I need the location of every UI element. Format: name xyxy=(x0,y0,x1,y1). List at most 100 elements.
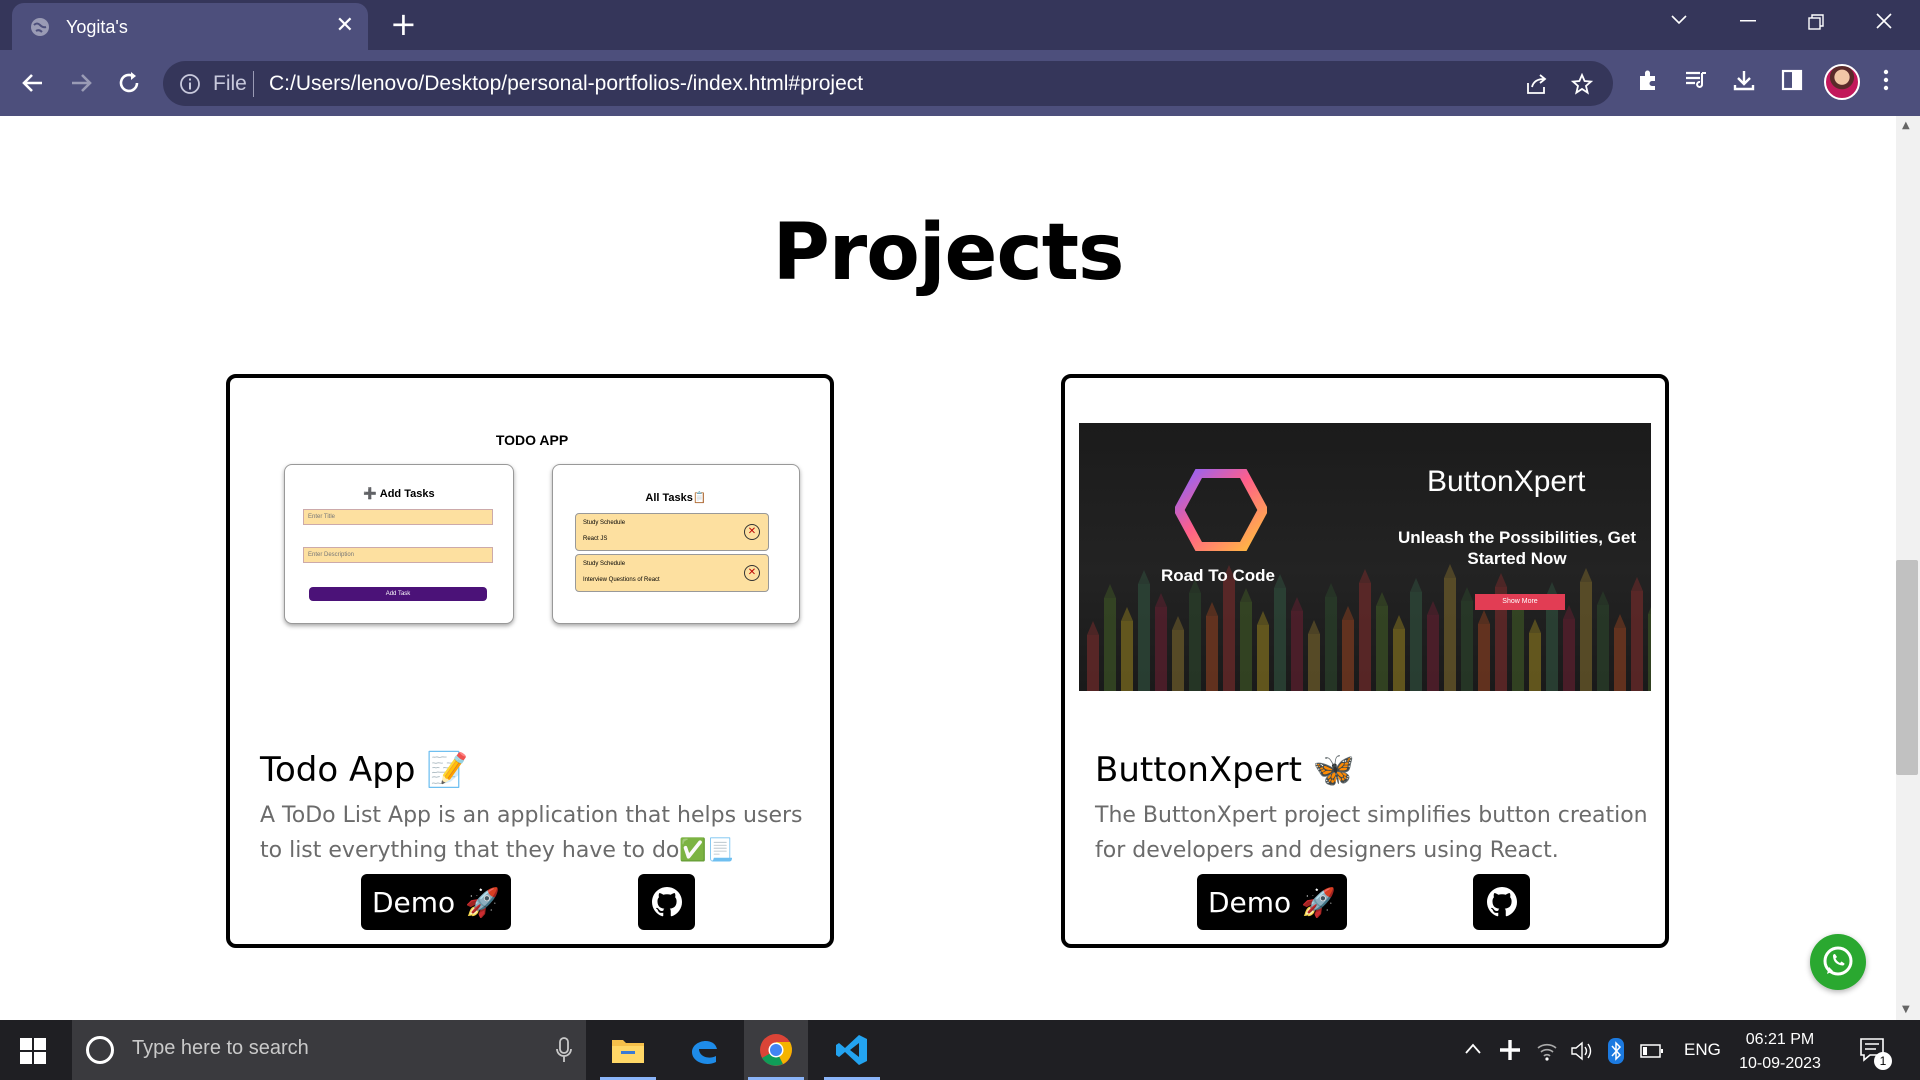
wifi-icon[interactable] xyxy=(1536,1040,1558,1062)
taskbar-clock[interactable]: 06:21 PM 10-09-2023 xyxy=(1720,1028,1840,1076)
section-title: Projects xyxy=(772,208,1125,298)
media-queue-icon[interactable] xyxy=(1684,68,1708,92)
memo-emoji-icon: 📝 xyxy=(426,750,469,790)
preview-task-item: Study Schedule Interview Questions of Re… xyxy=(575,554,769,592)
preview-task-title: Study Schedule xyxy=(583,561,626,567)
demo-button-label: Demo xyxy=(1207,885,1292,919)
pencil-shape xyxy=(1495,573,1507,691)
notification-center[interactable]: 1 xyxy=(1858,1020,1892,1080)
taskbar-edge[interactable] xyxy=(672,1020,736,1080)
preview-task-title: Study Schedule xyxy=(583,520,626,526)
pencil-shape xyxy=(1512,596,1524,691)
scroll-up-arrow-icon[interactable]: ▲ xyxy=(1902,120,1910,131)
scrollbar-thumb[interactable] xyxy=(1896,560,1918,775)
info-icon[interactable] xyxy=(179,73,201,95)
chevron-down-icon[interactable] xyxy=(1670,14,1688,26)
pencil-shape xyxy=(1631,577,1643,691)
share-icon[interactable] xyxy=(1525,73,1549,95)
pencil-shape xyxy=(1189,579,1201,691)
pencil-shape xyxy=(1614,614,1626,691)
browser-toolbar: File C:/Users/lenovo/Desktop/personal-po… xyxy=(0,50,1920,116)
taskbar-chrome[interactable] xyxy=(744,1020,808,1080)
microphone-icon[interactable] xyxy=(556,1037,572,1063)
preview-heading: TODO APP xyxy=(495,432,569,448)
pencil-shape xyxy=(1104,584,1116,691)
scroll-down-arrow-icon[interactable]: ▼ xyxy=(1902,1004,1910,1015)
windows-taskbar: Type here to search ENG 06:21 PM 10-09-2… xyxy=(0,1020,1920,1080)
vscode-icon xyxy=(836,1035,867,1065)
tab-title: Yogita's xyxy=(66,17,128,37)
address-separator xyxy=(253,71,254,97)
folder-icon xyxy=(612,1040,644,1063)
reload-icon[interactable] xyxy=(114,68,144,98)
pencil-shape xyxy=(1597,591,1609,691)
github-icon xyxy=(651,887,682,917)
github-button[interactable] xyxy=(638,874,695,930)
pencil-shape xyxy=(1308,620,1320,691)
pencil-shape xyxy=(1325,583,1337,691)
taskbar-search[interactable]: Type here to search xyxy=(72,1020,586,1080)
demo-button-label: Demo xyxy=(371,885,456,919)
whatsapp-icon xyxy=(1823,946,1853,976)
pencil-shape xyxy=(1206,602,1218,691)
browser-tab[interactable]: Yogita's ✕ xyxy=(12,3,368,50)
project-preview-image: TODO APP ➕ Add Tasks Enter Title Enter D… xyxy=(250,398,814,678)
github-button[interactable] xyxy=(1473,874,1530,930)
project-description: A ToDo List App is an application that h… xyxy=(260,803,803,863)
cortana-icon xyxy=(86,1036,114,1064)
restore-icon[interactable] xyxy=(1808,14,1824,30)
demo-button[interactable]: Demo 🚀 xyxy=(361,874,511,930)
language-indicator[interactable]: ENG xyxy=(1684,1020,1721,1080)
download-icon[interactable] xyxy=(1732,68,1756,92)
rocket-icon: 🚀 xyxy=(465,885,501,919)
tray-chevron-up-icon[interactable] xyxy=(1464,1042,1482,1056)
back-arrow-icon[interactable] xyxy=(18,68,48,98)
extensions-puzzle-icon[interactable] xyxy=(1636,68,1660,92)
demo-button[interactable]: Demo 🚀 xyxy=(1197,874,1347,930)
side-panel-icon[interactable] xyxy=(1780,68,1804,92)
edge-icon xyxy=(692,1040,717,1064)
chrome-icon xyxy=(760,1034,792,1066)
preview-task-item: Study Schedule React JS ✕ xyxy=(575,513,769,551)
pencil-shape xyxy=(1087,621,1099,691)
profile-avatar[interactable] xyxy=(1824,64,1860,100)
close-window-icon[interactable] xyxy=(1876,13,1892,29)
pencil-shape xyxy=(1342,606,1354,691)
taskbar-file-explorer[interactable] xyxy=(596,1020,660,1080)
url-text[interactable]: C:/Users/lenovo/Desktop/personal-portfol… xyxy=(269,72,863,96)
bluetooth-icon[interactable] xyxy=(1608,1038,1624,1064)
project-name: ButtonXpert 🦋 xyxy=(1095,750,1355,790)
pencil-shape xyxy=(1580,568,1592,691)
github-icon xyxy=(1486,887,1517,917)
notification-badge: 1 xyxy=(1874,1052,1892,1070)
forward-arrow-icon[interactable] xyxy=(66,68,96,98)
more-menu-icon[interactable] xyxy=(1880,68,1892,92)
project-card-buttonxpert: Road To Code ButtonXpert Unleash the Pos… xyxy=(1061,374,1669,948)
project-description: The ButtonXpert project simplifies butto… xyxy=(1095,803,1648,863)
windows-start-icon[interactable] xyxy=(20,1038,46,1064)
pencil-shape xyxy=(1648,607,1651,691)
address-bar[interactable]: File C:/Users/lenovo/Desktop/personal-po… xyxy=(163,61,1613,106)
battery-icon[interactable] xyxy=(1640,1043,1664,1059)
preview-add-button: Add Task xyxy=(309,587,487,601)
preview-show-more-button: Show More xyxy=(1475,594,1565,610)
globe-icon xyxy=(31,18,49,36)
project-name: Todo App 📝 xyxy=(260,750,469,790)
minimize-icon[interactable] xyxy=(1740,20,1756,22)
clock-time: 06:21 PM xyxy=(1745,1031,1815,1048)
volume-icon[interactable] xyxy=(1570,1040,1594,1062)
pencil-shape xyxy=(1393,615,1405,691)
taskbar-vscode[interactable] xyxy=(820,1020,884,1080)
project-card-todo: TODO APP ➕ Add Tasks Enter Title Enter D… xyxy=(226,374,834,948)
pencil-shape xyxy=(1359,569,1371,691)
tray-plus-icon[interactable] xyxy=(1498,1038,1522,1062)
new-tab-button[interactable]: + xyxy=(390,8,417,40)
whatsapp-float-button[interactable] xyxy=(1810,934,1866,990)
road-to-code-logo xyxy=(1175,469,1267,551)
close-tab-icon[interactable]: ✕ xyxy=(336,13,354,38)
preview-delete-icon: ✕ xyxy=(744,524,760,540)
search-placeholder: Type here to search xyxy=(132,1037,309,1059)
bookmark-star-icon[interactable] xyxy=(1571,73,1593,95)
tab-strip: Yogita's ✕ + xyxy=(0,0,1920,50)
preview-tasks-panel: All Tasks📋 Study Schedule React JS ✕ Stu… xyxy=(552,464,800,624)
